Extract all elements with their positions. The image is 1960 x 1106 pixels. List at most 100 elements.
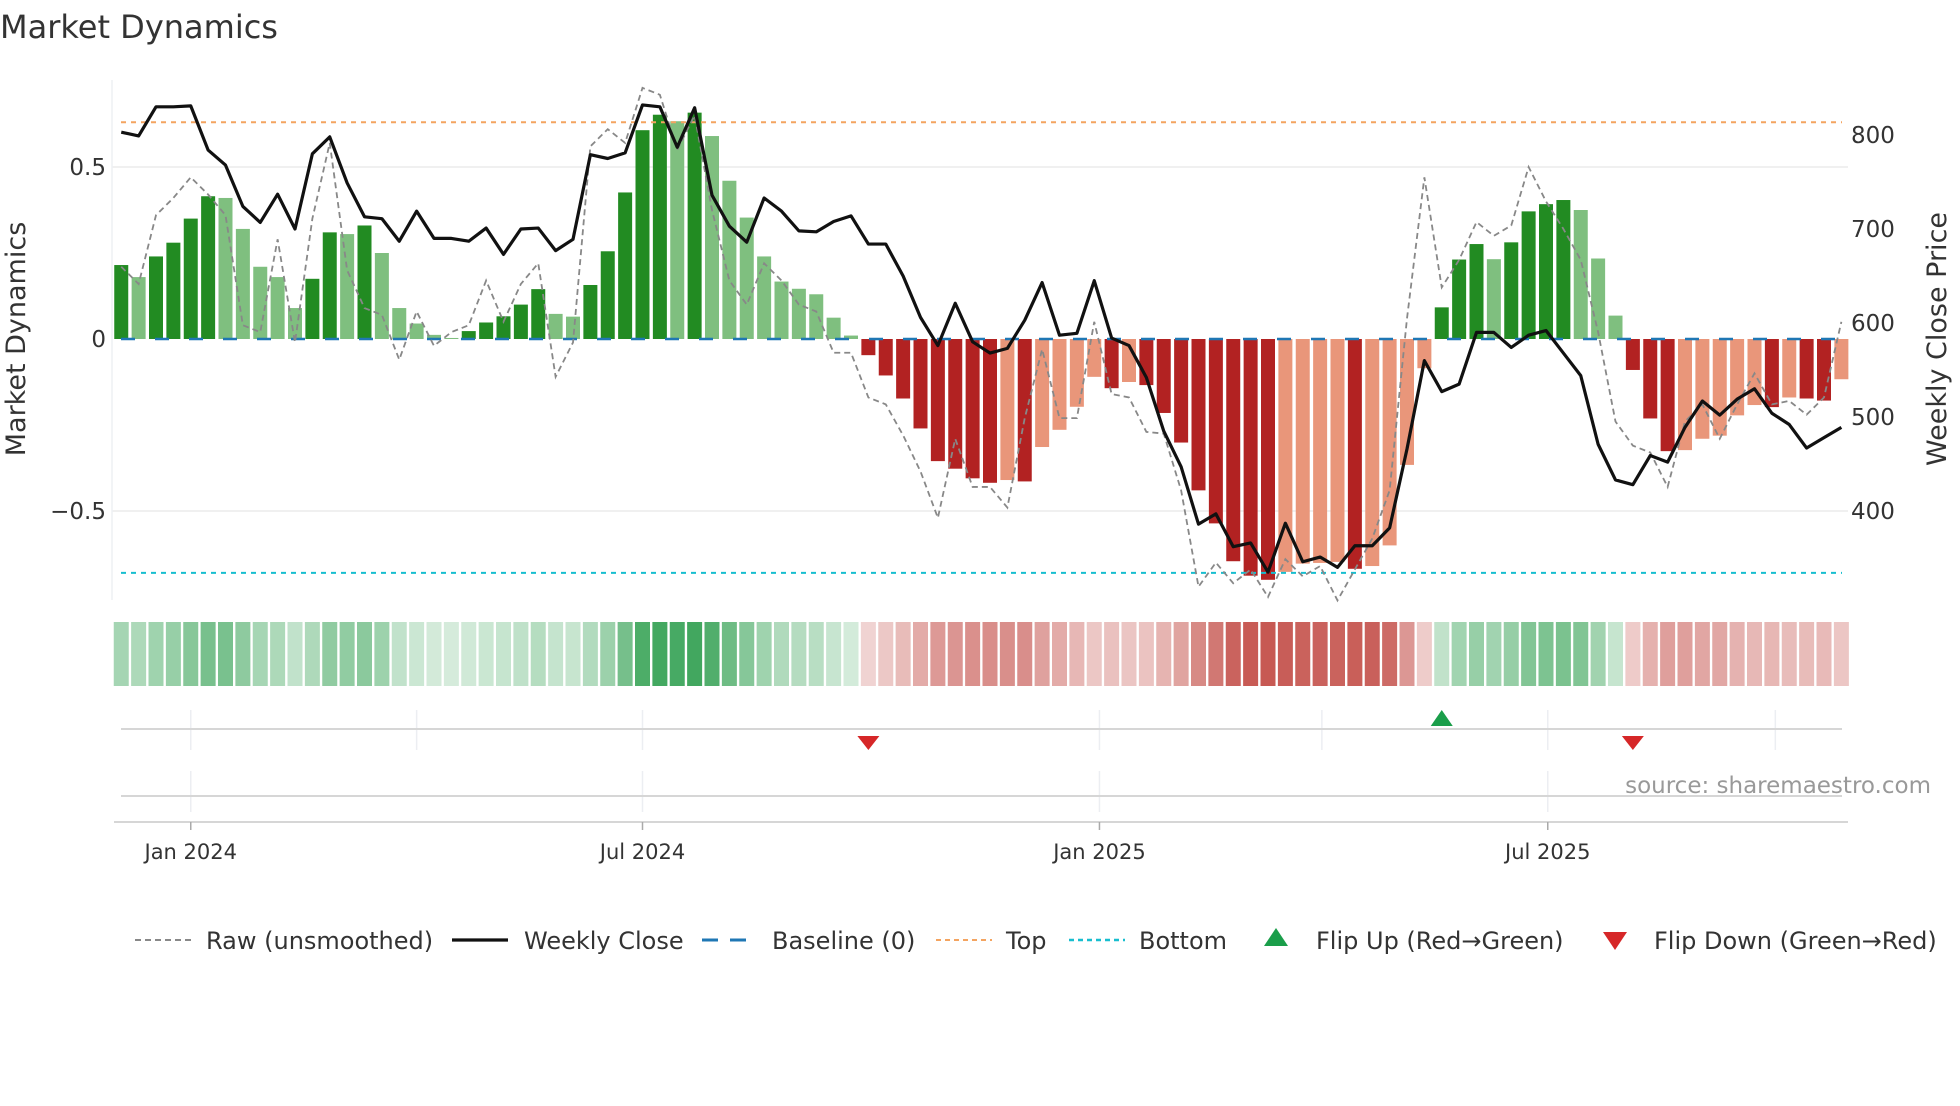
regime-cell [1138,622,1154,686]
bar [1174,339,1189,443]
regime-cell [1260,622,1276,686]
regime-cell [1382,622,1398,686]
bar [948,339,963,469]
bar [1365,339,1380,567]
bar [1782,339,1797,398]
y-tick-label: 0.5 [69,155,106,181]
regime-cell [1625,622,1641,686]
regime-cell [635,622,650,686]
flip-panel [121,710,1842,812]
source-text: source: sharemaestro.com [1625,773,1931,799]
series-lines [120,86,1843,603]
regime-cell [1208,622,1224,686]
flip-down-legend-icon [1603,932,1627,950]
regime-cell [339,622,355,686]
regime-cell [1712,622,1728,686]
y2-axis-title: Weekly Close Price [1922,212,1953,466]
regime-cell [1191,622,1206,686]
regime-cell [721,622,737,686]
regime-cell [565,622,581,686]
bar [1330,339,1345,562]
regime-cell [374,622,390,686]
bar [652,114,667,339]
bar [566,316,580,339]
bar [1000,339,1015,481]
regime-cell [652,622,668,686]
regime-cell [1555,622,1571,686]
market-dynamics-chart: Market Dynamics 0.5 0 −0.5 800 700 600 500 400 M… [0,8,1953,955]
x-tick-label: Jul 2025 [1503,840,1590,864]
raw-line [120,86,1843,603]
regime-cell [617,622,633,686]
bar [983,339,997,483]
bar [896,339,911,399]
bar [1817,339,1831,401]
bar [235,228,250,339]
bar [1504,242,1519,339]
bar [583,284,598,339]
bar [1313,339,1328,563]
bar [513,304,528,339]
bar [1539,204,1553,339]
regime-cell [687,622,703,686]
regime-cell [183,622,199,686]
bar [1643,339,1658,419]
regime-cell [1677,622,1693,686]
bar [1678,339,1692,451]
regime-cell [1781,622,1797,686]
regime-cell [357,622,372,686]
bar [548,313,563,339]
regime-cell [1295,622,1311,686]
regime-cell [1034,622,1050,686]
regime-cell [774,622,789,686]
bar [1052,339,1067,430]
regime-cell [1104,622,1120,686]
regime-strip [113,622,1849,686]
regime-cell [148,622,164,686]
bar [1608,315,1623,339]
regime-cell [1121,622,1137,686]
flip-down-marker [857,736,880,750]
regime-cell [322,622,338,686]
regime-cell [1608,622,1623,686]
bar [131,277,146,339]
regime-cell [1660,622,1676,686]
flip-down-marker [1621,736,1644,750]
y2-tick-label: 500 [1851,405,1895,431]
bar [826,317,841,339]
regime-cell [1399,622,1415,686]
bar [670,121,685,339]
regime-cell [391,622,407,686]
regime-cell [113,622,129,686]
legend-label: Flip Down (Green→Red) [1654,927,1937,955]
bar [305,278,320,339]
bar [1486,259,1501,339]
flip-up-legend-icon [1264,928,1288,946]
regime-cell [1642,622,1658,686]
regime-cell [1747,622,1762,686]
regime-cell [496,622,511,686]
legend: Raw (unsmoothed) Weekly Close Baseline (0)… [135,927,1937,955]
y-tick-label: 0 [91,327,106,353]
bar [930,339,945,462]
legend-label: Top [1005,927,1047,955]
regime-cell [965,622,981,686]
regime-cell [860,622,876,686]
regime-cell [1538,622,1554,686]
bar [913,339,928,429]
bar [878,339,893,376]
bar [757,256,772,339]
regime-cell [1729,622,1745,686]
y-axis-title: Market Dynamics [1,222,32,457]
bar [1226,339,1241,562]
regime-cell [913,622,928,686]
regime-cell [478,622,494,686]
regime-cell [1573,622,1589,686]
regime-cell [582,622,598,686]
regime-cell [704,622,720,686]
regime-cell [426,622,442,686]
regime-cell [947,622,963,686]
bar [1452,259,1467,339]
bar [1660,339,1675,452]
regime-cell [1486,622,1502,686]
